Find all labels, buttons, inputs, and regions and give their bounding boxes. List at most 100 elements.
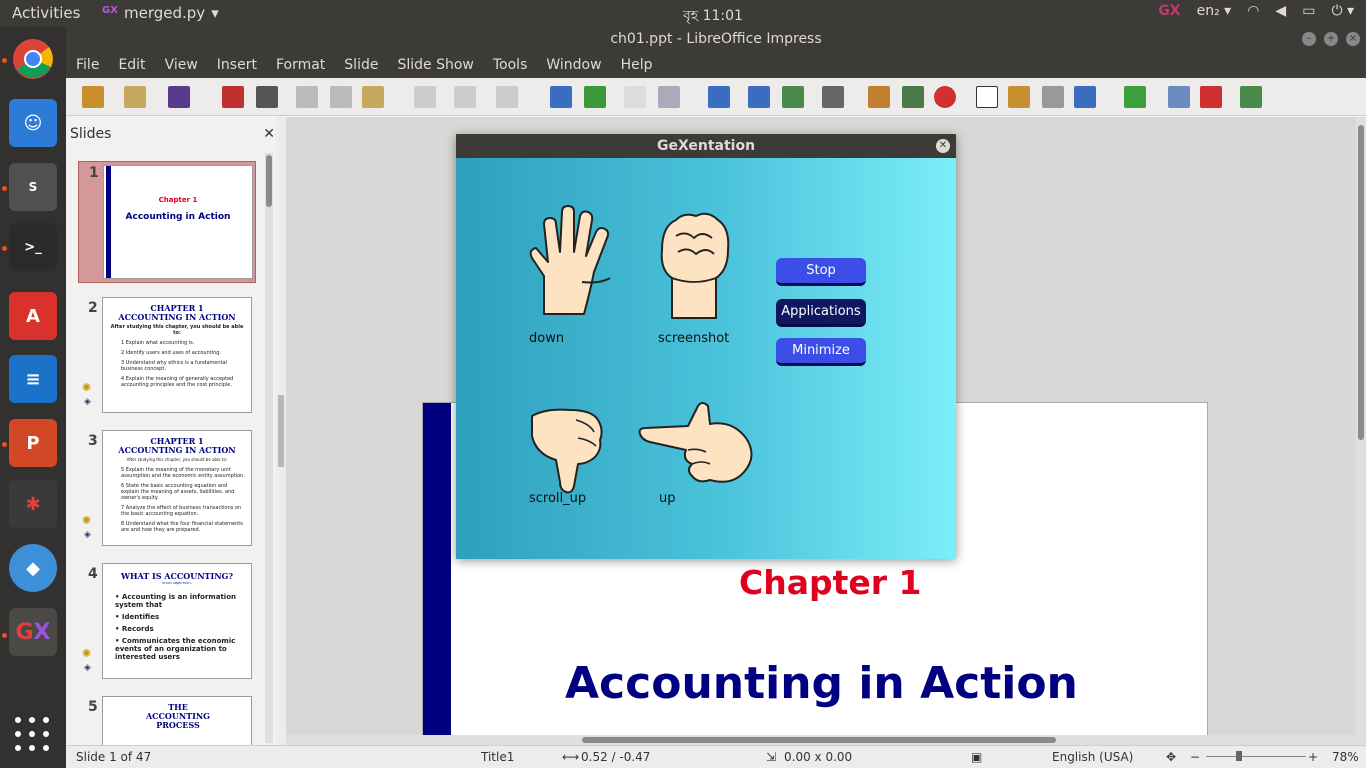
slide-thumbnail-4[interactable]: 4 WHAT IS ACCOUNTING? STUDY OBJECTIVE 1 …: [78, 563, 258, 681]
pdf-reader-icon[interactable]: A: [9, 292, 57, 340]
applications-button[interactable]: Applications: [776, 299, 866, 327]
collapse-pane-handle[interactable]: [278, 395, 284, 467]
language-indicator[interactable]: en₂ ▾: [1197, 3, 1232, 19]
zoom-level[interactable]: 78%: [1332, 750, 1359, 764]
export-pdf-icon[interactable]: [222, 86, 244, 108]
save-icon[interactable]: [168, 86, 190, 108]
slides-pane-title: Slides: [70, 126, 112, 142]
presentation-current-icon[interactable]: [782, 86, 804, 108]
thumb-bullet: 5 Explain the meaning of the monetary un…: [121, 467, 245, 479]
presentation-app-icon[interactable]: P: [9, 419, 57, 467]
window-titlebar[interactable]: ch01.ppt - LibreOffice Impress – + ×: [66, 27, 1366, 52]
menu-view[interactable]: View: [165, 57, 198, 73]
table-icon[interactable]: [822, 86, 844, 108]
menu-format[interactable]: Format: [276, 57, 325, 73]
new-document-icon[interactable]: [82, 86, 104, 108]
slides-pane-scrollbar[interactable]: [265, 153, 273, 743]
close-pane-icon[interactable]: ✕: [263, 117, 275, 151]
menu-slide[interactable]: Slide: [344, 57, 378, 73]
slide-thumbnail-1[interactable]: 1 Chapter 1 Accounting in Action: [78, 161, 256, 283]
scrollbar-thumb[interactable]: [266, 155, 272, 207]
fontwork-icon[interactable]: [1008, 86, 1030, 108]
menu-insert[interactable]: Insert: [217, 57, 257, 73]
network-tool-icon[interactable]: ✱: [9, 480, 57, 528]
fit-slide-icon[interactable]: ✥: [1166, 750, 1176, 764]
slide-title[interactable]: Accounting in Action: [565, 658, 1078, 709]
slide-thumbnail-2[interactable]: 2 CHAPTER 1 ACCOUNTING IN ACTION After s…: [78, 297, 258, 415]
transition-icon: ◈: [84, 663, 91, 673]
scrollbar-thumb[interactable]: [582, 737, 1056, 743]
zoom-slider[interactable]: [1206, 756, 1306, 757]
start-presentation-icon[interactable]: [748, 86, 770, 108]
horizontal-scrollbar[interactable]: [286, 735, 1366, 745]
display-views-icon[interactable]: [658, 86, 680, 108]
slide-preview: CHAPTER 1 ACCOUNTING IN ACTION After stu…: [102, 297, 252, 413]
menu-file[interactable]: File: [76, 57, 99, 73]
gexentation-tray-icon[interactable]: GX: [1158, 3, 1180, 19]
clone-formatting-icon[interactable]: [414, 86, 436, 108]
thumb-bullet: • Records: [115, 625, 154, 633]
minimize-button[interactable]: Minimize: [776, 338, 866, 366]
redo-icon[interactable]: [496, 86, 518, 108]
volume-icon[interactable]: ◀: [1275, 3, 1286, 19]
chart-icon[interactable]: [934, 86, 956, 108]
print-icon[interactable]: [256, 86, 278, 108]
document-modified-icon[interactable]: ▣: [971, 750, 982, 764]
menu-slide-show[interactable]: Slide Show: [397, 57, 473, 73]
show-applications-icon[interactable]: [15, 717, 51, 753]
close-icon[interactable]: ✕: [936, 139, 950, 153]
text-language[interactable]: English (USA): [1052, 750, 1133, 764]
menu-window[interactable]: Window: [546, 57, 601, 73]
minimize-icon[interactable]: –: [1302, 32, 1316, 46]
undo-icon[interactable]: [454, 86, 476, 108]
open-folder-icon[interactable]: [124, 86, 146, 108]
menu-tools[interactable]: Tools: [493, 57, 528, 73]
document-editor-icon[interactable]: ≡: [9, 355, 57, 403]
master-slide-icon[interactable]: [708, 86, 730, 108]
thumb-intro: After studying this chapter, you should …: [126, 457, 228, 462]
media-icon[interactable]: [902, 86, 924, 108]
slide-thumbnail-5[interactable]: 5 THE ACCOUNTING PROCESS: [78, 696, 258, 745]
stop-button[interactable]: Stop: [776, 258, 866, 286]
zoom-in-icon[interactable]: +: [1308, 750, 1318, 764]
paste-icon[interactable]: [362, 86, 384, 108]
zoom-out-icon[interactable]: −: [1190, 750, 1200, 764]
gexentation-dock-icon[interactable]: GX: [9, 608, 57, 656]
maximize-icon[interactable]: +: [1324, 32, 1338, 46]
copy-icon[interactable]: [330, 86, 352, 108]
slide-layout-icon[interactable]: [1240, 86, 1262, 108]
menu-edit[interactable]: Edit: [118, 57, 145, 73]
text-box-icon[interactable]: [976, 86, 998, 108]
wireshark-icon[interactable]: ◆: [9, 544, 57, 592]
battery-icon[interactable]: ▭: [1302, 3, 1315, 19]
pane-splitter[interactable]: [276, 117, 286, 745]
terminal-icon[interactable]: >_: [9, 223, 57, 271]
close-icon[interactable]: ×: [1346, 32, 1360, 46]
cut-icon[interactable]: [296, 86, 318, 108]
slide-preview: CHAPTER 1 ACCOUNTING IN ACTION After stu…: [102, 430, 252, 546]
slide-thumbnail-3[interactable]: 3 CHAPTER 1 ACCOUNTING IN ACTION After s…: [78, 430, 258, 548]
wifi-icon[interactable]: ◠: [1247, 3, 1259, 19]
delete-slide-icon[interactable]: [1200, 86, 1222, 108]
slide-chapter-heading[interactable]: Chapter 1: [739, 563, 921, 602]
scrollbar-thumb[interactable]: [1358, 125, 1364, 440]
hyperlink-icon[interactable]: [1042, 86, 1064, 108]
zoom-slider-handle[interactable]: [1236, 751, 1242, 761]
app-menu[interactable]: GX merged.py ▾: [102, 4, 219, 22]
find-replace-icon[interactable]: [550, 86, 572, 108]
image-icon[interactable]: [868, 86, 890, 108]
vertical-scrollbar[interactable]: [1356, 117, 1366, 735]
chrome-icon[interactable]: [9, 35, 57, 83]
grid-icon[interactable]: [624, 86, 646, 108]
shapes-icon[interactable]: [1074, 86, 1096, 108]
sublime-text-icon[interactable]: S: [9, 163, 57, 211]
power-icon[interactable]: ⏻ ▾: [1331, 3, 1354, 19]
spelling-icon[interactable]: [584, 86, 606, 108]
activities-button[interactable]: Activities: [12, 4, 80, 22]
finder-icon[interactable]: ☺: [9, 99, 57, 147]
duplicate-slide-icon[interactable]: [1168, 86, 1190, 108]
clock[interactable]: বৃহ 11:01: [683, 4, 743, 28]
new-slide-icon[interactable]: [1124, 86, 1146, 108]
menu-help[interactable]: Help: [621, 57, 653, 73]
dialog-titlebar[interactable]: GeXentation ✕: [456, 134, 956, 158]
